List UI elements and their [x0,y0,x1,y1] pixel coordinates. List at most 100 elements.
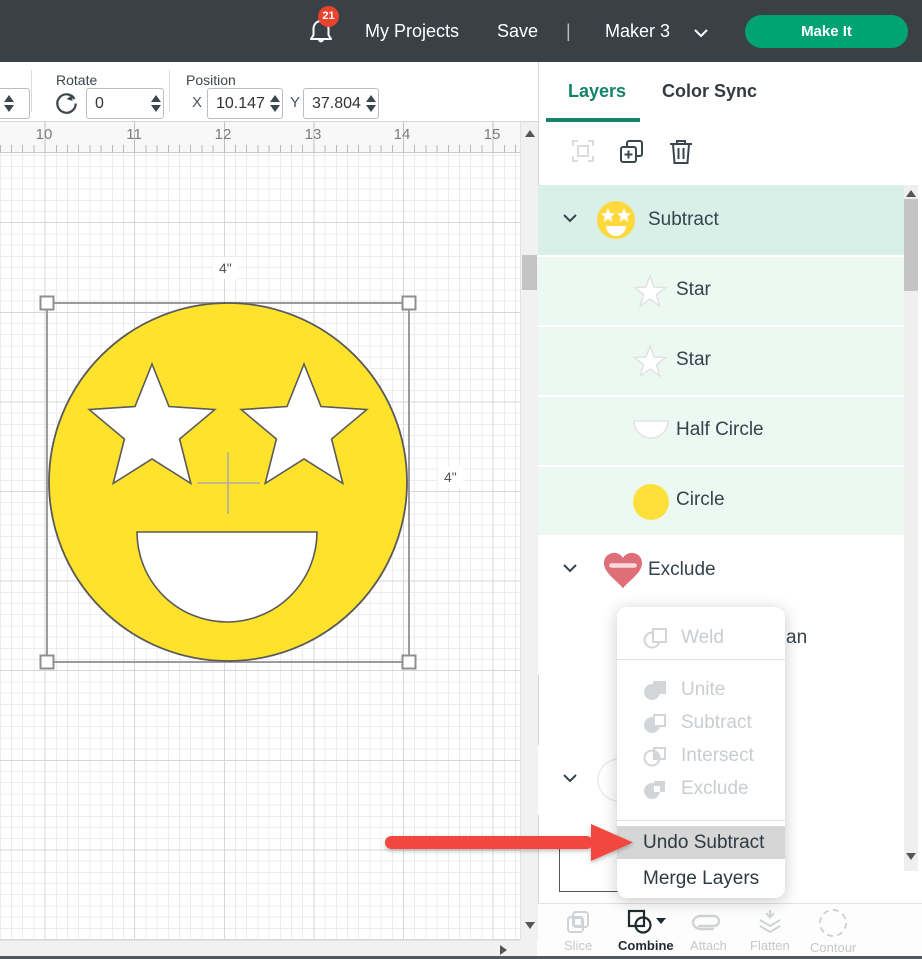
red-pointer-arrow [378,819,640,867]
selection-handle[interactable] [403,656,416,669]
canvas-vertical-scrollbar[interactable] [520,122,538,940]
toolbar-divider [31,70,32,112]
menu-item-merge-layers[interactable]: Merge Layers [617,862,785,895]
attach-paperclip-icon [691,909,725,935]
notifications-badge: 21 [318,6,339,27]
y-position-input[interactable] [304,95,365,113]
menu-item-undo-subtract[interactable]: Undo Subtract [617,826,785,859]
tab-layers[interactable]: Layers [568,62,626,121]
flatten-icon [757,909,783,935]
scroll-down-arrow[interactable] [525,922,535,929]
x-position-field [207,88,283,119]
panel-scrollbar[interactable] [904,185,918,871]
height-dimension-label: 4" [438,466,463,488]
clipped-stepper-arrows[interactable] [0,95,19,112]
vertical-scroll-thumb[interactable] [522,255,537,290]
toolbar-divider [169,70,170,112]
star-eyes-emoji-icon [596,200,636,240]
hidden-layer-name-fragment: an [786,627,807,649]
x-position-input[interactable] [208,95,269,113]
flatten-button[interactable]: Flatten [750,909,790,953]
combine-icon [626,909,666,935]
header-divider: | [566,0,571,62]
x-position-stepper[interactable] [269,95,282,112]
layer-name: Star [676,349,711,371]
layer-group-exclude[interactable]: Exclude [538,535,904,605]
menu-item-subtract[interactable]: Subtract [617,706,785,739]
rotate-label: Rotate [56,72,97,88]
subtract-icon [643,711,669,735]
rotate-field [86,88,164,119]
layer-group-name: Exclude [648,559,716,581]
x-axis-label: X [192,94,202,111]
layer-row-star-1[interactable]: Star [538,255,904,327]
rotate-stepper[interactable] [150,95,163,112]
collapse-chevron-icon[interactable] [562,213,578,223]
nav-save[interactable]: Save [497,0,538,62]
weld-icon [643,626,669,650]
y-position-field [303,88,379,119]
layer-group-name: Subtract [648,209,719,231]
rotate-icon[interactable] [53,90,80,117]
layer-row-star-2[interactable]: Star [538,325,904,397]
star-layer-icon [632,274,668,310]
scroll-up-arrow[interactable] [525,130,535,137]
ruler-number: 14 [394,126,411,143]
scroll-right-arrow[interactable] [500,945,507,955]
contour-icon [819,909,847,937]
half-circle-layer-icon [632,419,670,443]
menu-separator [617,659,785,660]
layer-group-subtract[interactable]: Subtract [538,185,904,255]
ruler-number: 13 [305,126,322,143]
layer-row-half-circle[interactable]: Half Circle [538,395,904,467]
rotate-input[interactable] [87,95,150,113]
design-canvas[interactable]: 4" 4" 10 11 12 13 14 15 [0,122,520,940]
layer-name: Half Circle [676,419,764,441]
intersect-icon [643,744,669,768]
make-it-button[interactable]: Make It [745,15,908,48]
layer-row-circle[interactable]: Circle [538,465,904,537]
bottom-toolbar: Slice Combine Attach Flatten Contour [538,903,922,957]
selection-handle[interactable] [41,297,54,310]
selection-handle[interactable] [41,656,54,669]
y-position-stepper[interactable] [365,95,378,112]
position-label: Position [186,72,236,88]
app-header: 21 My Projects Save | Maker 3 Make It [0,0,922,62]
panel-scroll-thumb[interactable] [904,199,918,291]
tab-color-sync[interactable]: Color Sync [662,62,757,121]
collapse-chevron-icon[interactable] [562,773,578,783]
menu-item-intersect[interactable]: Intersect [617,739,785,772]
attach-button[interactable]: Attach [690,909,727,953]
selection-handle[interactable] [403,297,416,310]
machine-chevron-down-icon[interactable] [693,28,709,38]
heart-layer-icon [602,552,644,590]
ruler-number: 11 [126,126,142,143]
contour-button[interactable]: Contour [810,909,856,955]
unite-icon [643,678,669,702]
layer-name: Star [676,279,711,301]
menu-separator [617,820,785,821]
combine-button[interactable]: Combine [618,909,674,953]
ruler-number: 15 [484,126,501,143]
duplicate-icon[interactable] [618,138,646,166]
canvas-artwork[interactable] [0,122,520,940]
panel-scroll-up-arrow[interactable] [906,190,916,197]
panel-scroll-down-arrow[interactable] [906,853,916,860]
select-all-icon[interactable] [570,138,596,164]
nav-my-projects[interactable]: My Projects [365,0,459,62]
menu-item-exclude[interactable]: Exclude [617,772,785,805]
slice-icon [565,909,591,935]
ruler-number: 12 [215,126,232,143]
menu-item-unite[interactable]: Unite [617,673,785,706]
menu-item-weld[interactable]: Weld [617,617,785,659]
horizontal-ruler [0,122,520,153]
slice-button[interactable]: Slice [564,909,592,953]
exclude-icon [643,777,669,801]
star-layer-icon [632,344,668,380]
clipped-size-stepper[interactable] [0,88,30,119]
machine-selector[interactable]: Maker 3 [605,0,670,62]
trash-icon[interactable] [668,138,694,166]
combine-menu-popup: Weld Unite Subtract Intersect Exclude [617,607,785,898]
collapse-chevron-icon[interactable] [562,563,578,573]
width-dimension-label: 4" [213,257,238,279]
